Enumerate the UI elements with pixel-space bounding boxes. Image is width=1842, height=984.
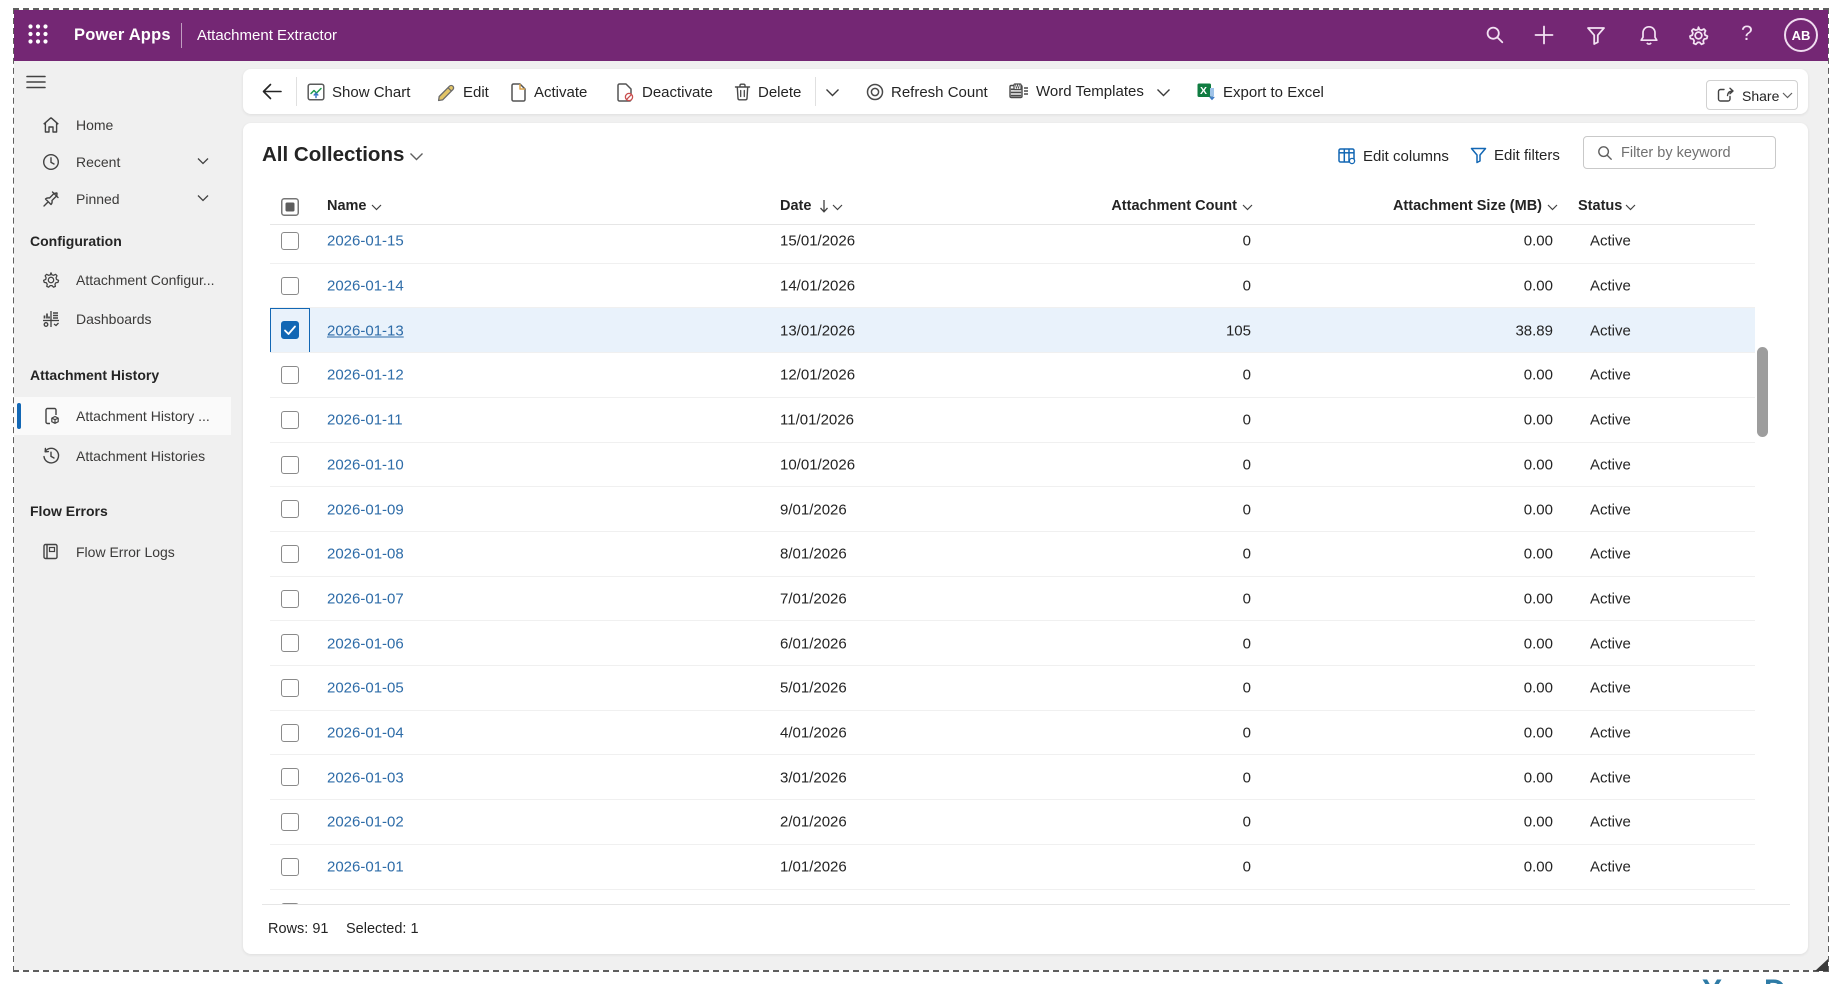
svg-text:W: W bbox=[1015, 85, 1020, 91]
svg-text:X: X bbox=[1200, 85, 1207, 97]
